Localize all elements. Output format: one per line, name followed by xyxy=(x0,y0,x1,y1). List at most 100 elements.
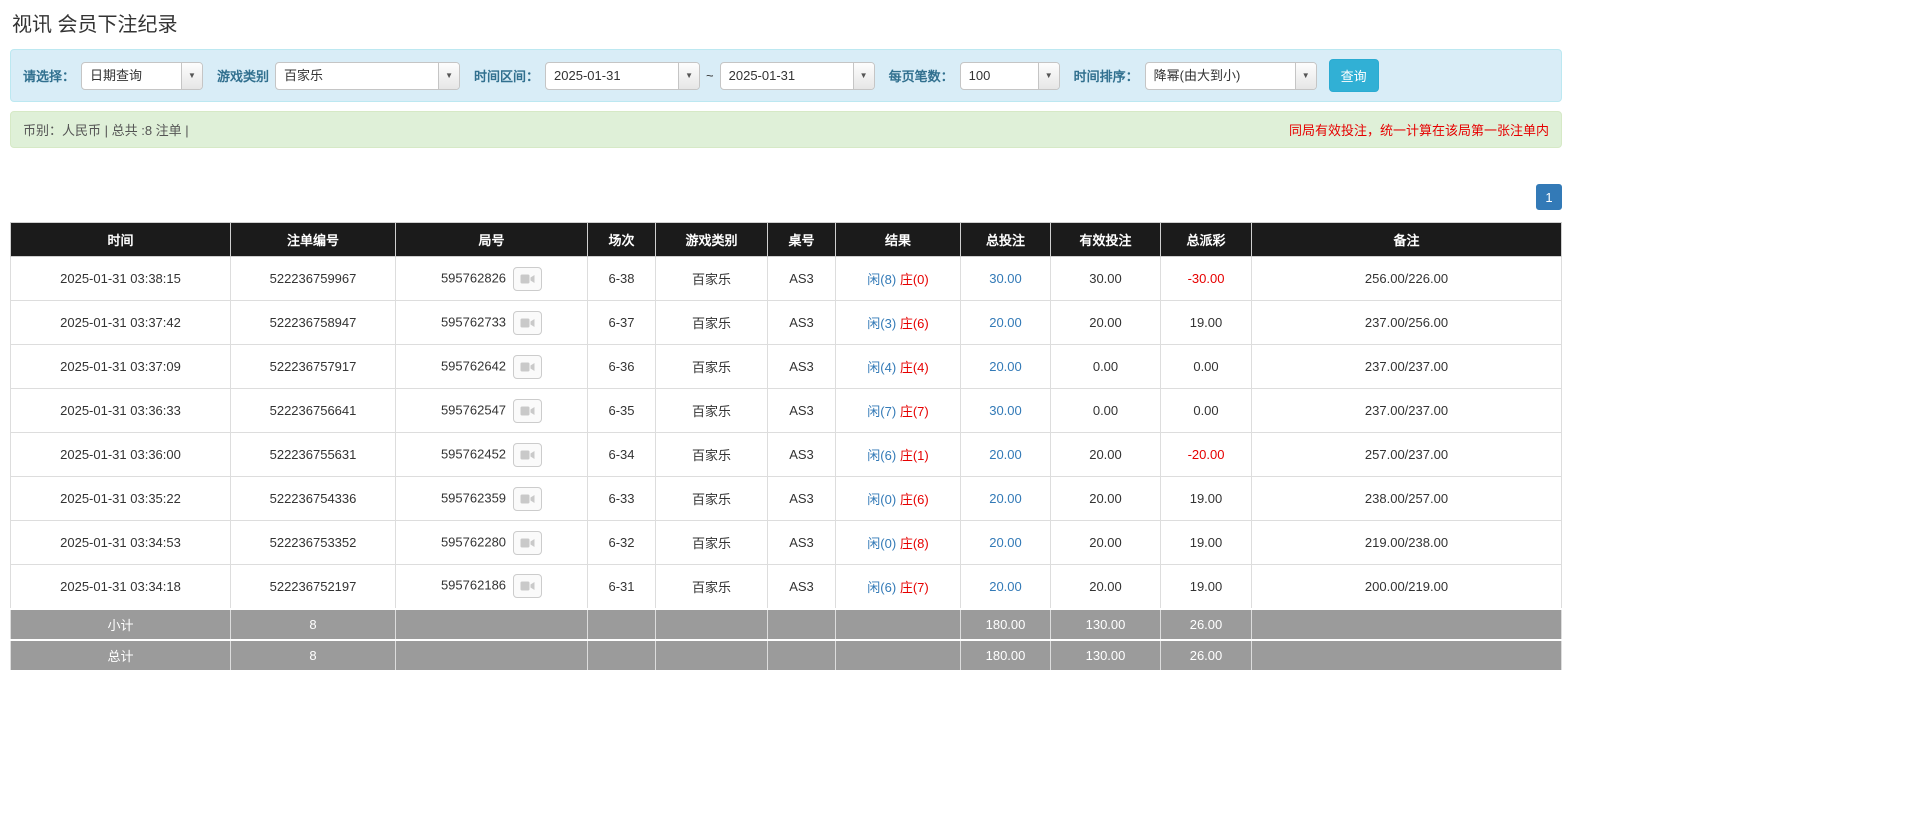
cell-table-no: AS3 xyxy=(767,388,836,433)
summary-bar: 币别：人民币 | 总共 :8 注单 | 同局有效投注，统一计算在该局第一张注单内 xyxy=(10,111,1562,148)
total-bet-link[interactable]: 30.00 xyxy=(989,271,1022,286)
empty-cell xyxy=(767,607,836,641)
total-bet-link[interactable]: 20.00 xyxy=(989,579,1022,594)
chevron-down-icon[interactable]: ▼ xyxy=(1037,62,1059,89)
result-player: 闲(0) xyxy=(867,492,897,507)
total-label: 总计 xyxy=(10,638,231,672)
total-valid-bet: 130.00 xyxy=(1050,638,1161,672)
empty-cell xyxy=(395,607,588,641)
cell-bet-id: 522236753352 xyxy=(230,520,396,565)
cell-payout: 19.00 xyxy=(1160,300,1252,345)
video-replay-button[interactable] xyxy=(513,574,543,599)
result-player: 闲(3) xyxy=(867,316,897,331)
video-replay-button[interactable] xyxy=(513,398,543,423)
filter-bar: 请选择： 日期查询 ▼ 游戏类别 百家乐 ▼ 时间区间： 2025-01-31 … xyxy=(10,49,1562,102)
cell-round: 595762359 xyxy=(395,476,588,521)
cell-session: 6-38 xyxy=(587,256,656,301)
cell-bet-id: 522236757917 xyxy=(230,344,396,389)
chevron-down-icon[interactable]: ▼ xyxy=(852,62,874,89)
video-camera-icon xyxy=(520,450,535,459)
cell-result: 闲(3) 庄(6) xyxy=(835,300,961,345)
cell-valid-bet: 20.00 xyxy=(1050,564,1161,609)
cell-payout: 0.00 xyxy=(1160,388,1252,433)
chevron-down-icon[interactable]: ▼ xyxy=(438,62,460,89)
result-player: 闲(6) xyxy=(867,448,897,463)
video-camera-icon xyxy=(520,274,535,283)
cell-remark: 257.00/237.00 xyxy=(1251,432,1562,477)
cell-result: 闲(8) 庄(0) xyxy=(835,256,961,301)
cell-result: 闲(0) 庄(8) xyxy=(835,520,961,565)
result-banker: 庄(6) xyxy=(899,492,929,507)
cell-valid-bet: 0.00 xyxy=(1050,388,1161,433)
date-from-value: 2025-01-31 xyxy=(554,67,621,83)
currency-total-text: 币别：人民币 | 总共 :8 注单 | xyxy=(23,123,189,138)
video-replay-button[interactable] xyxy=(513,530,543,555)
total-bet-link[interactable]: 20.00 xyxy=(989,535,1022,550)
per-page-select[interactable]: 100 ▼ xyxy=(959,61,1060,90)
cell-round: 595762826 xyxy=(395,256,588,301)
video-camera-icon xyxy=(520,318,535,327)
chevron-down-icon[interactable]: ▼ xyxy=(678,62,700,89)
round-number: 595762547 xyxy=(440,401,507,417)
main-container: 请选择： 日期查询 ▼ 游戏类别 百家乐 ▼ 时间区间： 2025-01-31 … xyxy=(10,49,1562,822)
game-type-select[interactable]: 百家乐 ▼ xyxy=(275,61,461,90)
cell-bet-id: 522236758947 xyxy=(230,300,396,345)
cell-game-type: 百家乐 xyxy=(655,256,768,301)
cell-total-bet: 20.00 xyxy=(960,344,1051,389)
round-number: 595762733 xyxy=(440,313,507,329)
round-number: 595762452 xyxy=(440,445,507,461)
cell-total-bet: 20.00 xyxy=(960,476,1051,521)
page: 视讯 会员下注纪录 请选择： 日期查询 ▼ 游戏类别 百家乐 ▼ 时间区间： 2… xyxy=(0,0,1909,822)
pagination-top: 1 xyxy=(10,184,1562,210)
result-player: 闲(4) xyxy=(867,360,897,375)
video-replay-button[interactable] xyxy=(513,266,543,291)
cell-session: 6-31 xyxy=(587,564,656,609)
video-replay-button[interactable] xyxy=(513,442,543,467)
cell-bet-id: 522236759967 xyxy=(230,256,396,301)
total-bet-link[interactable]: 20.00 xyxy=(989,491,1022,506)
total-bet-link[interactable]: 20.00 xyxy=(989,359,1022,374)
cell-valid-bet: 20.00 xyxy=(1050,520,1161,565)
cell-round: 595762280 xyxy=(395,520,588,565)
cell-payout: -20.00 xyxy=(1160,432,1252,477)
date-to-input[interactable]: 2025-01-31 ▼ xyxy=(719,61,875,90)
cell-game-type: 百家乐 xyxy=(655,300,768,345)
page-1-button[interactable]: 1 xyxy=(1536,184,1562,210)
time-sort-select[interactable]: 降幂(由大到小) ▼ xyxy=(1144,61,1317,90)
cell-result: 闲(6) 庄(7) xyxy=(835,564,961,609)
total-bet-link[interactable]: 30.00 xyxy=(989,403,1022,418)
round-number: 595762186 xyxy=(440,577,507,593)
table-row: 2025-01-31 03:38:15 522236759967 5957628… xyxy=(10,256,1562,301)
result-banker: 庄(8) xyxy=(899,536,929,551)
video-replay-button[interactable] xyxy=(513,310,543,335)
query-type-select[interactable]: 日期查询 ▼ xyxy=(81,61,204,90)
grand-total-row: 总计 8 180.00 130.00 26.00 xyxy=(10,638,1562,672)
empty-cell xyxy=(835,607,961,641)
date-from-input[interactable]: 2025-01-31 ▼ xyxy=(545,61,701,90)
per-page-value: 100 xyxy=(968,67,991,83)
search-button[interactable]: 查询 xyxy=(1328,59,1379,92)
table-row: 2025-01-31 03:34:18 522236752197 5957621… xyxy=(10,564,1562,609)
video-replay-button[interactable] xyxy=(513,354,543,379)
cell-total-bet: 20.00 xyxy=(960,564,1051,609)
time-range-label: 时间区间： xyxy=(474,69,540,84)
empty-cell xyxy=(767,638,836,672)
per-page-label: 每页笔数： xyxy=(888,69,954,84)
total-bet-link[interactable]: 20.00 xyxy=(989,315,1022,330)
video-camera-icon xyxy=(520,494,535,503)
video-replay-button[interactable] xyxy=(513,486,543,511)
cell-session: 6-34 xyxy=(587,432,656,477)
total-bet-link[interactable]: 20.00 xyxy=(989,447,1022,462)
chevron-down-icon[interactable]: ▼ xyxy=(181,62,203,89)
cell-payout: 19.00 xyxy=(1160,476,1252,521)
cell-remark: 256.00/226.00 xyxy=(1251,256,1562,301)
round-number: 595762642 xyxy=(440,357,507,373)
total-count: 8 xyxy=(230,638,396,672)
date-to-value: 2025-01-31 xyxy=(728,67,796,83)
cell-bet-id: 522236756641 xyxy=(230,388,396,433)
cell-game-type: 百家乐 xyxy=(655,344,768,389)
chevron-down-icon[interactable]: ▼ xyxy=(1294,62,1316,89)
game-type-value: 百家乐 xyxy=(284,67,324,83)
subtotal-label: 小计 xyxy=(10,607,231,641)
round-number: 595762826 xyxy=(440,269,507,285)
